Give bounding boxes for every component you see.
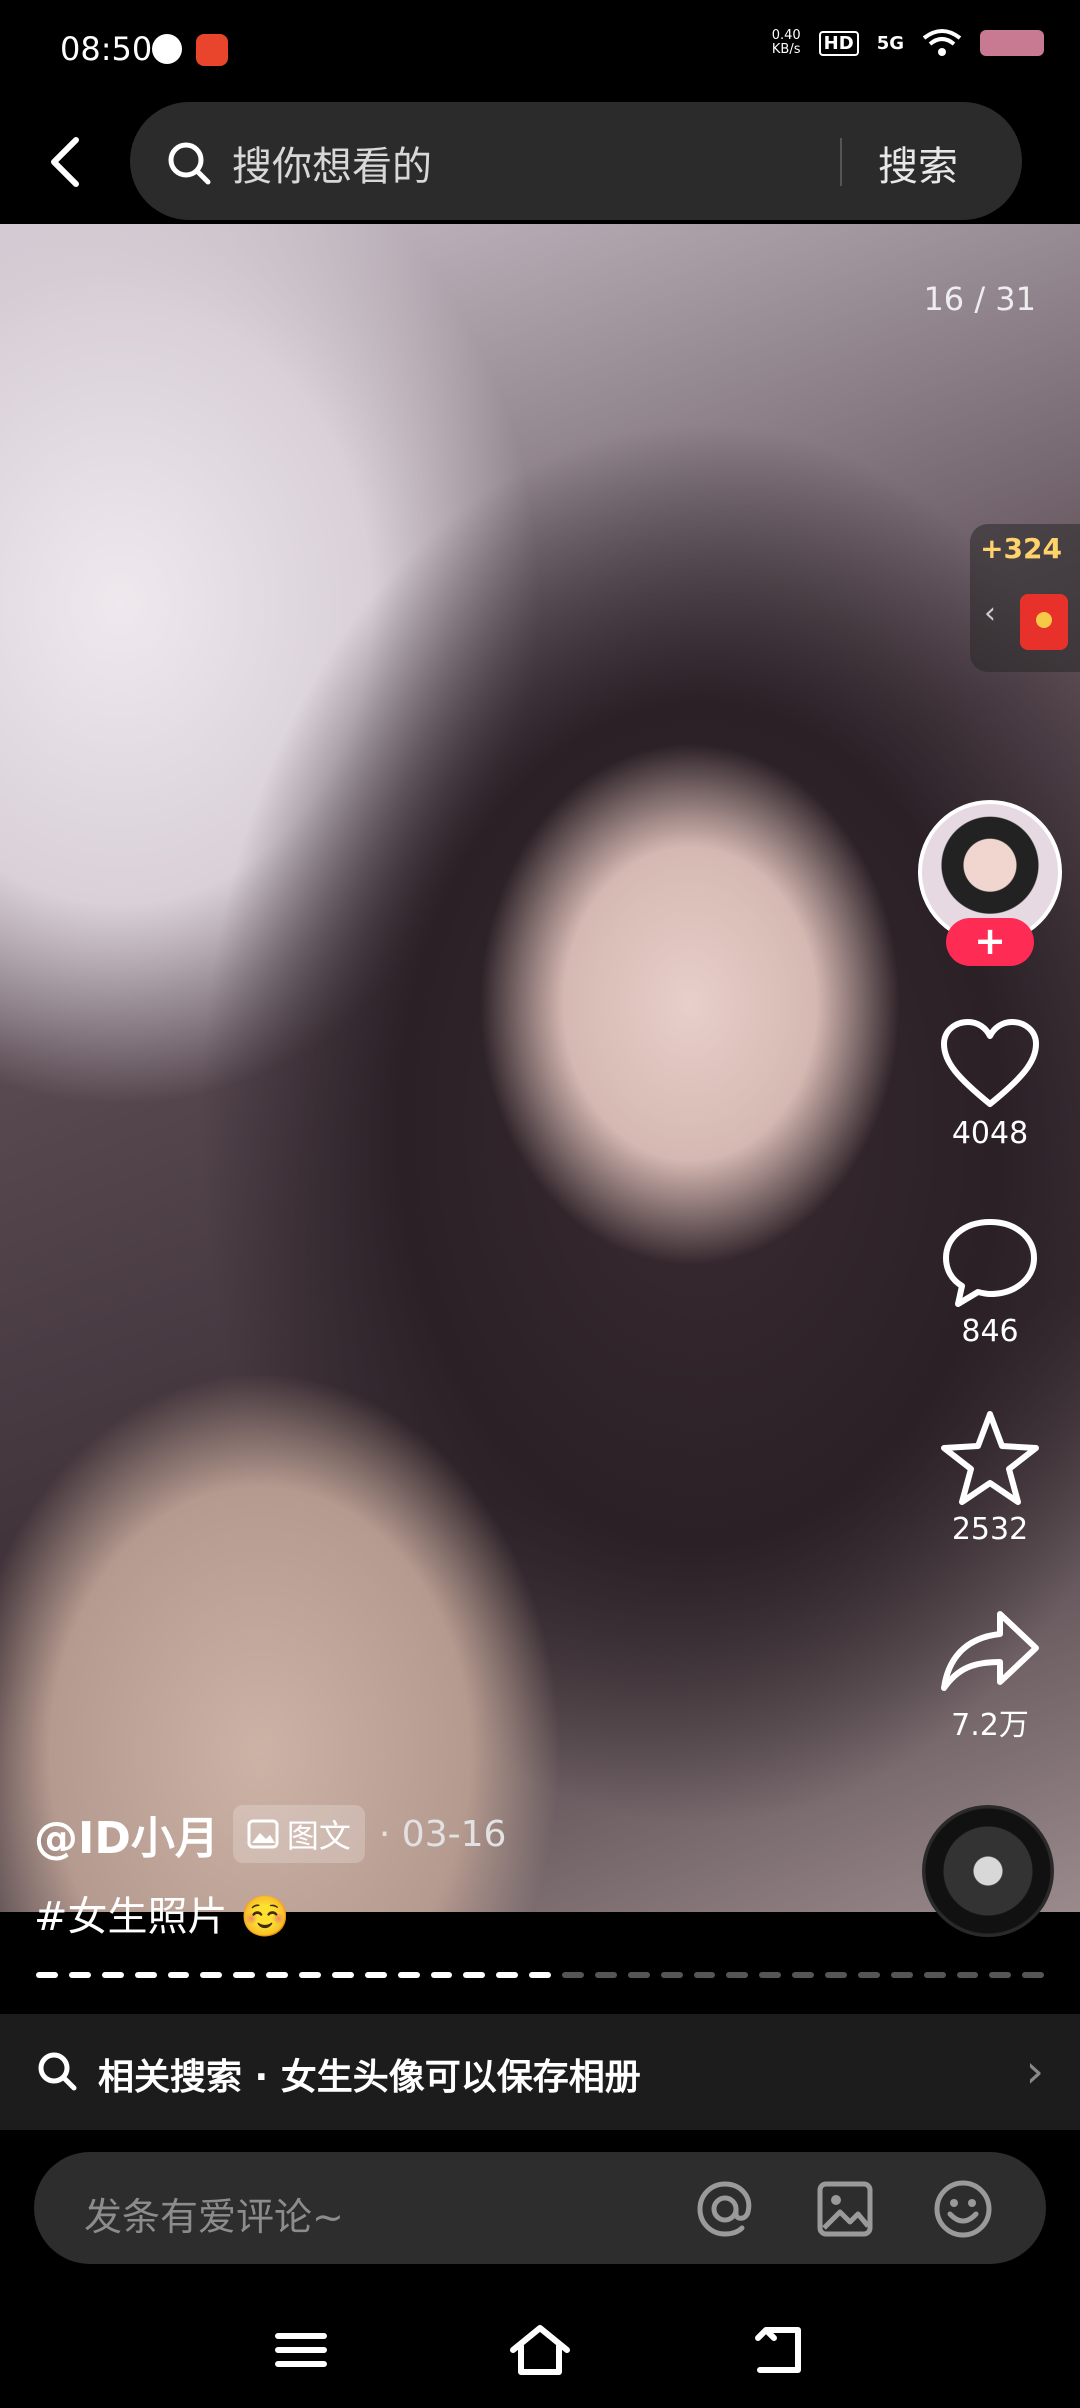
progress-dash xyxy=(594,1972,617,1978)
progress-dash xyxy=(825,1972,847,1978)
progress-dash xyxy=(463,1972,486,1978)
progress-dash xyxy=(759,1972,782,1978)
bonus-points: +324 xyxy=(980,532,1062,565)
comment-input-bar: 发条有爱评论~ xyxy=(34,2152,1046,2264)
image-icon[interactable] xyxy=(814,2178,876,2240)
at-icon[interactable] xyxy=(694,2178,756,2240)
progress-dash xyxy=(430,1972,453,1978)
progress-dash xyxy=(397,1972,420,1978)
battery-icon xyxy=(980,30,1044,56)
related-search-text: 相关搜索 · 女生头像可以保存相册 xyxy=(98,2057,641,2098)
related-search-bar[interactable]: 相关搜索 · 女生头像可以保存相册 › xyxy=(0,2014,1080,2130)
progress-dash xyxy=(68,1972,91,1978)
app-notification-icon-2 xyxy=(196,34,228,66)
progress-dash xyxy=(200,1972,223,1978)
progress-dash xyxy=(726,1972,749,1978)
search-button[interactable]: 搜索 xyxy=(878,134,958,192)
progress-dash xyxy=(923,1972,946,1978)
progress-dash xyxy=(36,1972,58,1978)
progress-dash xyxy=(956,1972,979,1978)
progress-dash xyxy=(233,1972,256,1978)
progress-dash xyxy=(529,1972,551,1978)
star-icon xyxy=(941,1411,1039,1505)
progress-dash xyxy=(792,1972,814,1978)
post-date: · 03-16 xyxy=(378,1813,507,1855)
page-counter: 16 / 31 xyxy=(923,280,1036,318)
comment-icon xyxy=(943,1219,1037,1307)
like-button[interactable]: 4048 xyxy=(920,1016,1060,1151)
system-nav-bar xyxy=(0,2290,1080,2408)
progress-dash xyxy=(890,1972,913,1978)
bonus-widget[interactable]: +324 ‹ xyxy=(970,524,1080,672)
progress-dash xyxy=(627,1972,650,1978)
net-speed-unit: KB/s xyxy=(771,42,801,57)
net-speed: 0.40 KB/s xyxy=(772,29,801,57)
progress-dash xyxy=(364,1972,387,1978)
hd-badge: HD xyxy=(818,30,859,56)
search-input[interactable]: 搜你想看的 xyxy=(232,134,432,192)
share-button[interactable]: 7.2万 xyxy=(920,1606,1060,1744)
post-hashtag[interactable]: #女生照片 ☺️ xyxy=(34,1884,290,1942)
progress-dash xyxy=(496,1972,519,1978)
author-name[interactable]: @ID小月 xyxy=(34,1802,219,1866)
red-packet-icon xyxy=(1020,594,1068,650)
follow-button[interactable]: + xyxy=(946,918,1034,966)
progress-dash xyxy=(562,1972,584,1978)
back-nav-icon[interactable] xyxy=(746,2320,816,2380)
progress-dash xyxy=(134,1972,157,1978)
app-notification-icon xyxy=(152,34,182,64)
status-time: 08:50 xyxy=(60,30,153,68)
image-progress xyxy=(36,1972,1045,1978)
image-icon xyxy=(247,1819,279,1849)
author-avatar-group: + xyxy=(918,800,1062,970)
progress-dash xyxy=(331,1972,354,1978)
progress-dash xyxy=(660,1972,683,1978)
favorite-count: 2532 xyxy=(951,1512,1029,1547)
wifi-icon xyxy=(922,29,962,56)
favorite-button[interactable]: 2532 xyxy=(920,1408,1060,1547)
progress-dash xyxy=(857,1972,880,1978)
post-photo[interactable]: 16 / 31 +324 ‹ xyxy=(0,224,1080,1912)
progress-dash xyxy=(299,1972,321,1978)
chevron-right-icon: › xyxy=(1025,2044,1044,2098)
progress-dash xyxy=(1022,1972,1045,1978)
chevron-left-icon: ‹ xyxy=(984,596,996,631)
net-speed-value: 0.40 xyxy=(771,28,801,43)
back-icon[interactable] xyxy=(42,130,102,194)
search-box[interactable]: 搜你想看的 搜索 xyxy=(130,102,1022,220)
progress-dash xyxy=(693,1972,716,1978)
music-disc[interactable] xyxy=(922,1805,1054,1937)
comment-input[interactable]: 发条有爱评论~ xyxy=(84,2186,344,2241)
progress-dash xyxy=(989,1972,1012,1978)
emoji-icon[interactable] xyxy=(932,2178,994,2240)
search-icon xyxy=(38,2052,77,2091)
comment-count: 846 xyxy=(961,1314,1019,1349)
signal-indicator: 5G xyxy=(876,32,904,54)
post-type-label: 图文 xyxy=(286,1817,351,1855)
search-divider xyxy=(840,138,842,186)
post-caption: @ID小月 图文 · 03-16 xyxy=(34,1802,506,1866)
post-type-badge: 图文 xyxy=(232,1805,365,1863)
progress-dash xyxy=(167,1972,190,1978)
menu-icon[interactable] xyxy=(266,2320,336,2380)
share-count: 7.2万 xyxy=(951,1708,1029,1743)
like-count: 4048 xyxy=(951,1116,1029,1151)
progress-dash xyxy=(101,1972,124,1978)
top-search-bar: 搜你想看的 搜索 xyxy=(0,100,1080,224)
search-icon xyxy=(168,142,211,185)
home-icon[interactable] xyxy=(505,2320,575,2380)
progress-dash xyxy=(266,1972,288,1978)
share-icon xyxy=(941,1611,1039,1691)
heart-icon xyxy=(941,1019,1039,1107)
comment-button[interactable]: 846 xyxy=(920,1214,1060,1349)
status-bar: 08:50 0.40 KB/s HD 5G xyxy=(0,0,1080,100)
